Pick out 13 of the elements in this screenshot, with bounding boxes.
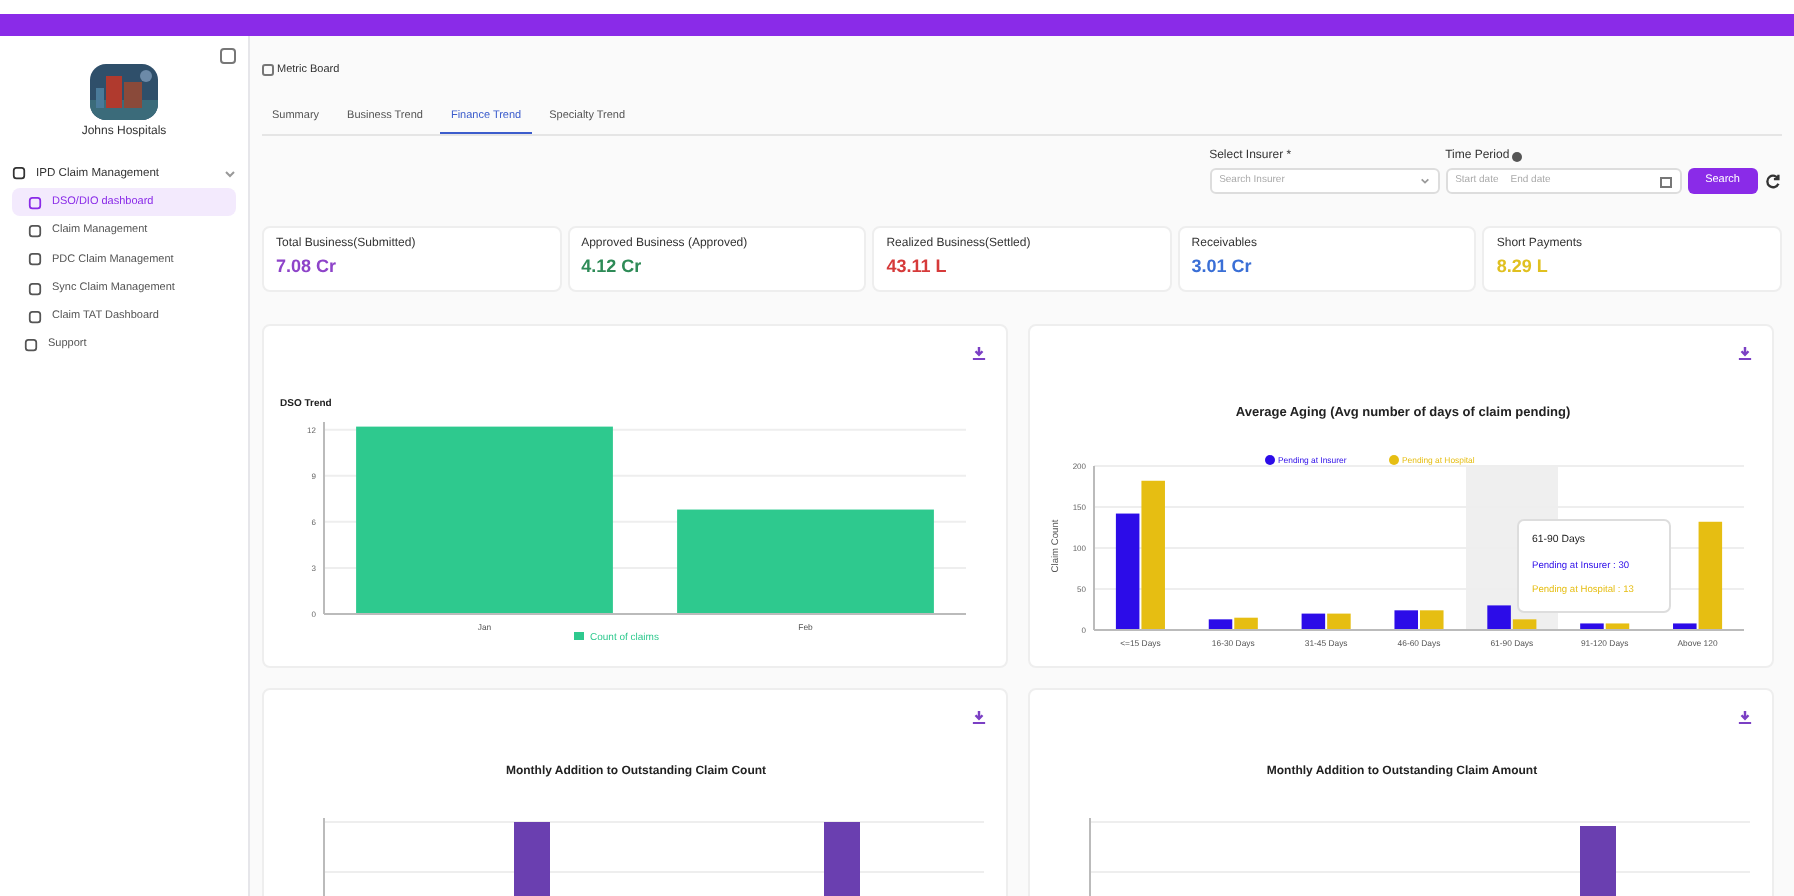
download-icon[interactable] (972, 346, 986, 360)
kpi-value: 43.11 L (886, 254, 949, 280)
download-icon[interactable] (972, 710, 986, 724)
kpi-value: 4.12 Cr (581, 254, 644, 280)
kpi-value: 3.01 Cr (1191, 254, 1254, 280)
refresh-icon[interactable] (1764, 172, 1782, 190)
kpi-value: 7.08 Cr (276, 254, 339, 280)
download-icon[interactable] (1738, 710, 1752, 724)
info-icon (1512, 151, 1523, 161)
caret-icon (1419, 176, 1430, 186)
kpi-value: 8.29 L (1496, 254, 1550, 280)
collapse-icon[interactable] (220, 48, 236, 64)
download-icon[interactable] (1738, 346, 1752, 360)
